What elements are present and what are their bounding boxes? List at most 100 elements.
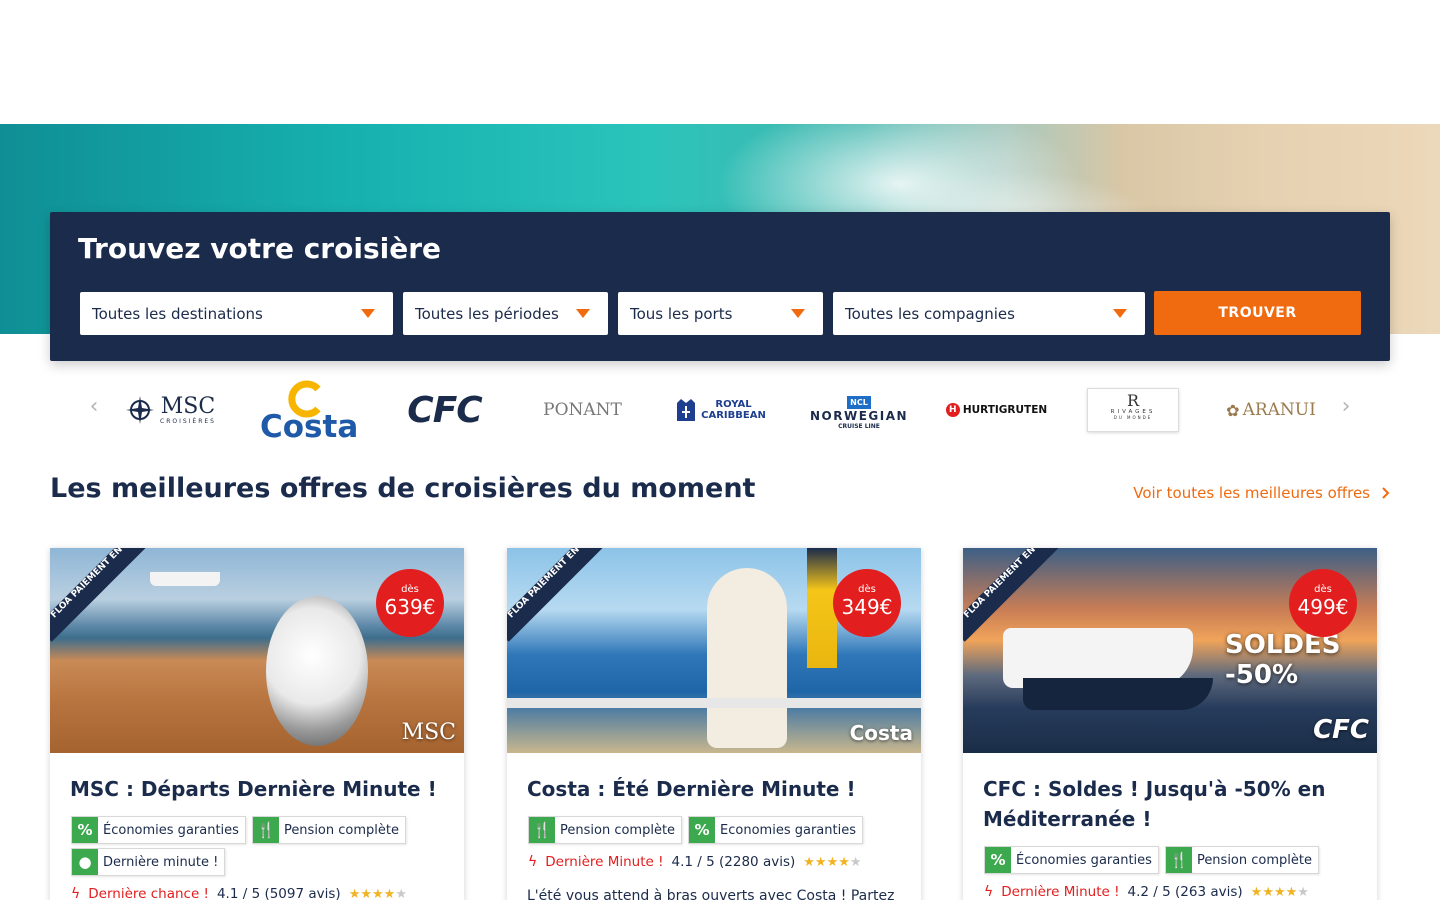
brand-logo-ponant[interactable]: PONANT (530, 372, 635, 448)
rating-stars: ★★★★★ (803, 854, 862, 870)
rating-text: 4.1 / 5 (2280 avis) (671, 854, 796, 870)
brand-sub: CARIBBEAN (701, 410, 766, 421)
ship-shape (150, 572, 220, 586)
carousel-prev-icon[interactable]: ‹ (84, 394, 104, 419)
image-logo: Costa (849, 721, 913, 745)
floa-ribbon: FLOA PAIEMENT EN 4X (507, 548, 615, 642)
offer-title[interactable]: Costa : Été Dernière Minute ! (527, 774, 907, 804)
tag-label: Pension complète (1196, 852, 1312, 868)
price-badge: dès 499€ (1289, 569, 1357, 637)
port-select-value: Tous les ports (630, 304, 733, 323)
offer-image[interactable]: FLOA PAIEMENT EN 4X dès 349€ Costa (507, 548, 921, 753)
bolt-icon: ϟ (528, 854, 538, 870)
offer-title[interactable]: CFC : Soldes ! Jusqu'à -50% en Méditerra… (983, 774, 1363, 834)
brand-logo-royal-caribbean[interactable]: ROYAL CARIBBEAN (668, 372, 773, 448)
offer-card[interactable]: FLOA PAIEMENT EN 4X dès 639€ MSC MSC : D… (50, 548, 464, 900)
brand-name: PONANT (543, 400, 622, 420)
offer-tags: % Économies garanties 🍴 Pension complète (984, 846, 1364, 874)
brand-sub: CROISIÈRES (160, 417, 216, 425)
offer-meta: ϟ Dernière Minute ! 4.2 / 5 (263 avis) ★… (984, 884, 1309, 900)
urgency-label: Dernière chance ! (88, 886, 209, 900)
brand-sub: CRUISE LINE (838, 423, 880, 430)
bolt-icon: ϟ (71, 886, 81, 900)
bolt-icon: ϟ (984, 884, 994, 900)
brand-name: CFC (407, 389, 482, 431)
offer-meta: ϟ Dernière chance ! 4.1 / 5 (5097 avis) … (71, 886, 407, 900)
hurtigruten-icon: H (945, 403, 960, 417)
urgency-label: Dernière Minute ! (1001, 884, 1120, 900)
company-select-value: Toutes les compagnies (845, 304, 1015, 323)
company-select[interactable]: Toutes les compagnies (833, 292, 1145, 335)
brand-name: ARANUI (1242, 400, 1316, 420)
brand-logo-aranui[interactable]: ✿ ARANUI (1216, 372, 1326, 448)
rating-stars: ★★★★★ (348, 886, 407, 900)
tag-savings: % Économies garanties (71, 816, 246, 844)
period-select[interactable]: Toutes les périodes (403, 292, 608, 335)
see-all-offers-label: Voir toutes les meilleures offres (1133, 484, 1370, 502)
flame-icon: ● (72, 849, 98, 875)
carousel-next-icon[interactable]: › (1336, 394, 1356, 419)
urgency-label: Dernière Minute ! (545, 854, 664, 870)
offer-description: L'été vous attend à bras ouverts avec Co… (527, 888, 895, 900)
railing-shape (507, 698, 921, 708)
percent-icon: % (985, 847, 1011, 873)
chevron-down-icon (576, 309, 590, 318)
brand-logo-norwegian[interactable]: NCL NORWEGIAN CRUISE LINE (804, 372, 914, 448)
chevron-down-icon (791, 309, 805, 318)
brand-logo-hurtigruten[interactable]: H HURTIGRUTEN (944, 372, 1049, 448)
brand-logo-cfc[interactable]: CFC (392, 372, 497, 448)
rating-stars: ★★★★★ (1250, 884, 1309, 900)
tag-label: Pension complète (283, 822, 399, 838)
brand-name: HURTIGRUTEN (962, 404, 1048, 416)
brand-name: MSC (160, 393, 216, 419)
tag-full-board: 🍴 Pension complète (251, 816, 406, 844)
see-all-offers-link[interactable]: Voir toutes les meilleures offres (1133, 484, 1390, 502)
brand-badge: NCL (847, 396, 871, 409)
brand-logo-msc[interactable]: MSC CROISIÈRES (120, 372, 220, 448)
hull-shape (1023, 678, 1213, 710)
cutlery-icon: 🍴 (252, 817, 279, 843)
brand-name: NORWEGIAN (809, 409, 909, 423)
tag-label: Économies garanties (103, 822, 239, 838)
price-amount: 349€ (841, 595, 893, 619)
brand-name: Costa (260, 409, 359, 445)
chevron-down-icon (1113, 309, 1127, 318)
top-header (0, 0, 1440, 124)
msc-compass-icon (126, 396, 154, 424)
port-select[interactable]: Tous les ports (618, 292, 823, 335)
offer-image[interactable]: SOLDES -50% FLOA PAIEMENT EN 4X dès 499€… (963, 548, 1377, 753)
price-amount: 499€ (1297, 595, 1349, 619)
price-badge: dès 639€ (376, 569, 444, 637)
search-panel: Trouvez votre croisière Toutes les desti… (50, 212, 1390, 361)
percent-icon: % (72, 817, 98, 843)
brand-sub: DU MONDE (1113, 415, 1153, 420)
find-button[interactable]: TROUVER (1154, 291, 1361, 335)
destination-select[interactable]: Toutes les destinations (80, 292, 393, 335)
brand-carousel: ‹ › MSC CROISIÈRES Costa CFC PONANT ROYA… (80, 372, 1370, 448)
chevron-down-icon (361, 309, 375, 318)
offer-image[interactable]: FLOA PAIEMENT EN 4X dès 639€ MSC (50, 548, 464, 753)
tag-label: Pension complète (560, 822, 676, 838)
image-logo: MSC (401, 720, 456, 745)
brand-logo-costa[interactable]: Costa (256, 372, 359, 448)
offer-tags: 🍴 Pension complète % Economies garanties (528, 816, 908, 844)
tag-label: Économies garanties (1016, 852, 1152, 868)
tag-label: Economies garanties (720, 822, 856, 838)
tag-label: Dernière minute ! (103, 854, 219, 870)
offer-card[interactable]: FLOA PAIEMENT EN 4X dès 349€ Costa Costa… (507, 548, 921, 900)
period-select-value: Toutes les périodes (415, 304, 559, 323)
brand-logo-rivages[interactable]: R RIVAGES DU MONDE (1086, 372, 1180, 448)
rating-text: 4.2 / 5 (263 avis) (1127, 884, 1243, 900)
offer-title[interactable]: MSC : Départs Dernière Minute ! (70, 774, 450, 804)
price-badge: dès 349€ (833, 569, 901, 637)
section-title: Les meilleures offres de croisières du m… (50, 473, 756, 504)
tag-savings: % Economies garanties (688, 816, 863, 844)
destination-select-value: Toutes les destinations (92, 304, 263, 323)
tag-full-board: 🍴 Pension complète (528, 816, 683, 844)
tag-full-board: 🍴 Pension complète (1164, 846, 1319, 874)
offer-card[interactable]: SOLDES -50% FLOA PAIEMENT EN 4X dès 499€… (963, 548, 1377, 900)
cutlery-icon: 🍴 (529, 817, 555, 843)
rivages-r-icon: R (1126, 391, 1140, 410)
crown-anchor-icon (677, 399, 696, 421)
offer-meta: ϟ Dernière Minute ! 4.1 / 5 (2280 avis) … (528, 854, 862, 870)
